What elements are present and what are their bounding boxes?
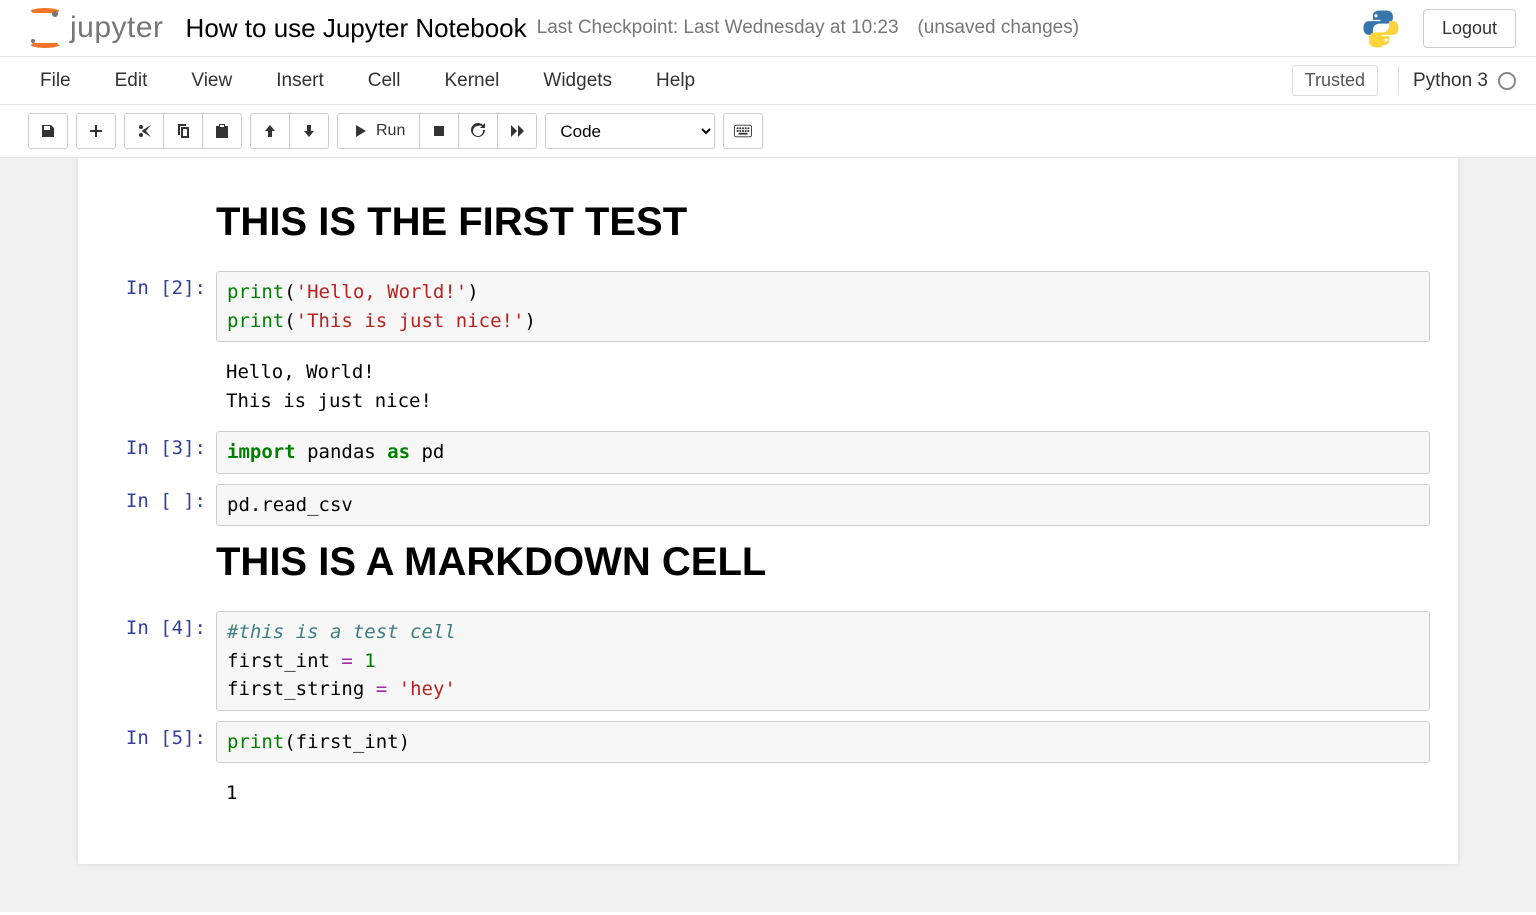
input-prompt: In [2]: — [106, 271, 216, 342]
menubar: FileEditViewInsertCellKernelWidgetsHelp … — [0, 57, 1536, 105]
copy-cell-button[interactable] — [163, 113, 203, 149]
jupyter-icon — [28, 11, 62, 45]
markdown-heading: THIS IS THE FIRST TEST — [216, 200, 1430, 245]
code-source: print('Hello, World!') print('This is ju… — [227, 278, 1419, 335]
code-cell[interactable]: In [2]:print('Hello, World!') print('Thi… — [106, 271, 1430, 342]
checkpoint-status: Last Checkpoint: Last Wednesday at 10:23 — [537, 17, 899, 39]
move-cell-up-button[interactable] — [250, 113, 290, 149]
python-icon — [1361, 8, 1401, 48]
refresh-icon — [470, 123, 486, 139]
restart-kernel-button[interactable] — [458, 113, 498, 149]
logout-button[interactable]: Logout — [1423, 9, 1516, 48]
kernel-separator — [1398, 67, 1399, 95]
copy-icon — [175, 123, 191, 139]
menu-widgets[interactable]: Widgets — [543, 70, 612, 92]
output-prompt — [106, 773, 216, 814]
insert-cell-below-button[interactable] — [76, 113, 116, 149]
notebook-container: THIS IS THE FIRST TESTIn [2]:print('Hell… — [78, 158, 1458, 864]
play-icon — [352, 123, 368, 139]
restart-run-all-button[interactable] — [497, 113, 537, 149]
paste-icon — [214, 123, 230, 139]
cut-cell-button[interactable] — [124, 113, 164, 149]
code-cell[interactable]: In [4]:#this is a test cell first_int = … — [106, 611, 1430, 711]
output-cell: Hello, World! This is just nice! — [106, 352, 1430, 421]
unsaved-indicator: (unsaved changes) — [917, 17, 1079, 39]
menu-help[interactable]: Help — [656, 70, 695, 92]
paste-cell-button[interactable] — [202, 113, 242, 149]
input-prompt: In [ ]: — [106, 484, 216, 527]
toolbar: Run CodeMarkdownRaw NBConvertHeading — [0, 105, 1536, 157]
jupyter-logo[interactable]: jupyter — [28, 11, 164, 45]
markdown-heading: THIS IS A MARKDOWN CELL — [216, 540, 1430, 585]
output-text: 1 — [226, 779, 1420, 808]
code-source: import pandas as pd — [227, 438, 1419, 467]
stop-icon — [431, 123, 447, 139]
jupyter-wordmark: jupyter — [70, 11, 164, 45]
code-cell[interactable]: In [ ]: pd.read_csv — [106, 484, 1430, 527]
code-cell[interactable]: In [5]: print(first_int) — [106, 721, 1430, 764]
menu-kernel[interactable]: Kernel — [444, 70, 499, 92]
command-palette-button[interactable] — [723, 113, 763, 149]
kernel-name[interactable]: Python 3 — [1413, 70, 1488, 92]
kernel-idle-icon[interactable] — [1498, 72, 1516, 90]
arrow-down-icon — [301, 123, 317, 139]
keyboard-icon — [734, 122, 752, 140]
menu-view[interactable]: View — [191, 70, 232, 92]
code-source: pd.read_csv — [227, 491, 1419, 520]
menu-cell[interactable]: Cell — [368, 70, 401, 92]
code-input-area[interactable]: pd.read_csv — [216, 484, 1430, 527]
trusted-indicator[interactable]: Trusted — [1292, 65, 1378, 96]
save-icon — [40, 123, 56, 139]
output-cell: 1 — [106, 773, 1430, 814]
scissors-icon — [136, 123, 152, 139]
notebook-header: jupyter How to use Jupyter Notebook Last… — [0, 0, 1536, 57]
run-label: Run — [376, 122, 405, 140]
menu-file[interactable]: File — [40, 70, 71, 92]
output-text: Hello, World! This is just nice! — [226, 358, 1420, 415]
notebook-title[interactable]: How to use Jupyter Notebook — [186, 13, 527, 44]
interrupt-kernel-button[interactable] — [419, 113, 459, 149]
code-input-area[interactable]: #this is a test cell first_int = 1 first… — [216, 611, 1430, 711]
save-button[interactable] — [28, 113, 68, 149]
fast-forward-icon — [509, 123, 525, 139]
menu-insert[interactable]: Insert — [276, 70, 324, 92]
input-prompt: In [5]: — [106, 721, 216, 764]
cell-type-select[interactable]: CodeMarkdownRaw NBConvertHeading — [545, 113, 715, 149]
code-input-area[interactable]: import pandas as pd — [216, 431, 1430, 474]
code-cell[interactable]: In [3]: import pandas as pd — [106, 431, 1430, 474]
menu-edit[interactable]: Edit — [115, 70, 148, 92]
markdown-cell[interactable]: THIS IS THE FIRST TEST — [216, 200, 1430, 245]
output-area: Hello, World! This is just nice! — [216, 352, 1430, 421]
markdown-cell[interactable]: THIS IS A MARKDOWN CELL — [216, 540, 1430, 585]
code-input-area[interactable]: print(first_int) — [216, 721, 1430, 764]
code-source: #this is a test cell first_int = 1 first… — [227, 618, 1419, 704]
run-cell-button[interactable]: Run — [337, 113, 420, 149]
code-input-area[interactable]: print('Hello, World!') print('This is ju… — [216, 271, 1430, 342]
output-prompt — [106, 352, 216, 421]
output-area: 1 — [216, 773, 1430, 814]
code-source: print(first_int) — [227, 728, 1419, 757]
arrow-up-icon — [262, 123, 278, 139]
plus-icon — [88, 123, 104, 139]
input-prompt: In [3]: — [106, 431, 216, 474]
move-cell-down-button[interactable] — [289, 113, 329, 149]
input-prompt: In [4]: — [106, 611, 216, 711]
